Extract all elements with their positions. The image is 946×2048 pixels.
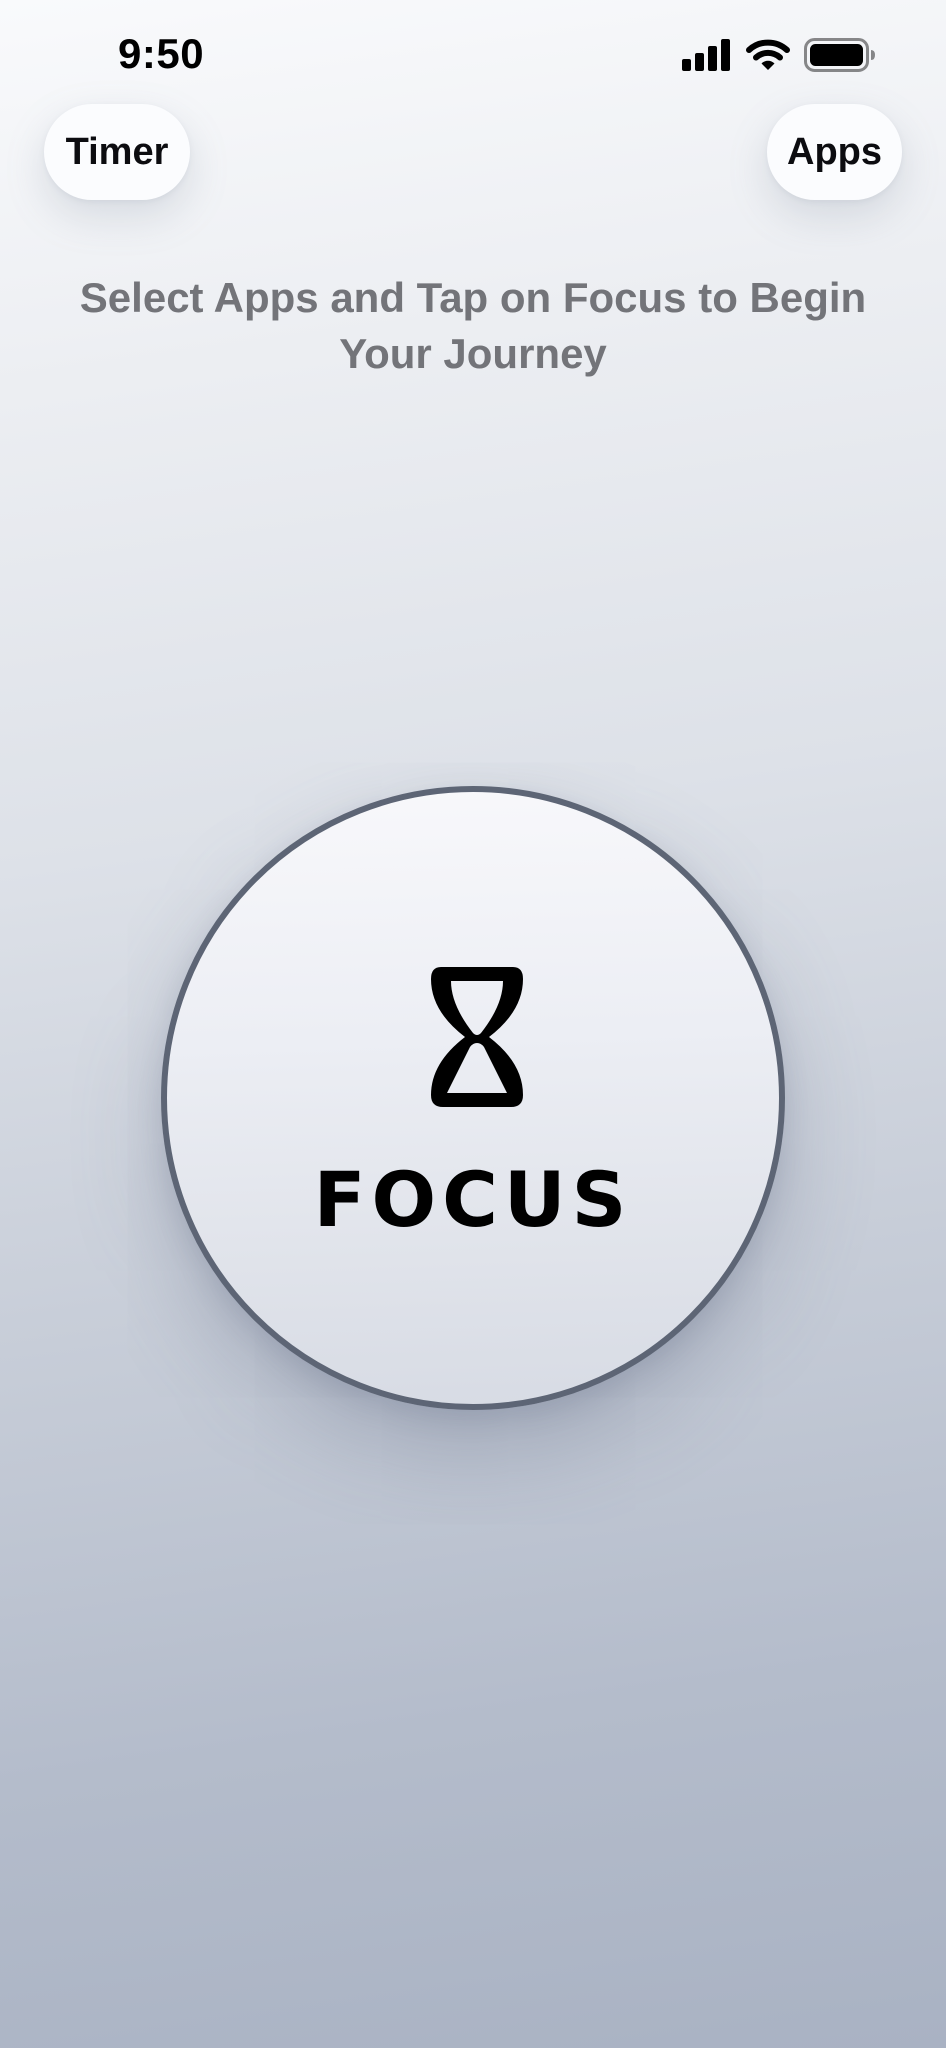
status-icons: [682, 38, 876, 72]
hourglass-icon: [431, 967, 523, 1107]
timer-button[interactable]: Timer: [44, 104, 190, 200]
status-bar: 9:50: [0, 0, 946, 110]
cellular-signal-icon: [682, 39, 732, 71]
status-time: 9:50: [118, 30, 205, 77]
focus-label: FOCUS: [313, 1155, 633, 1244]
apps-button[interactable]: Apps: [767, 104, 902, 200]
battery-icon: [804, 38, 876, 72]
wifi-icon: [746, 39, 790, 71]
focus-button[interactable]: FOCUS: [161, 786, 785, 1410]
instruction-text: Select Apps and Tap on Focus to Begin Yo…: [79, 274, 867, 377]
